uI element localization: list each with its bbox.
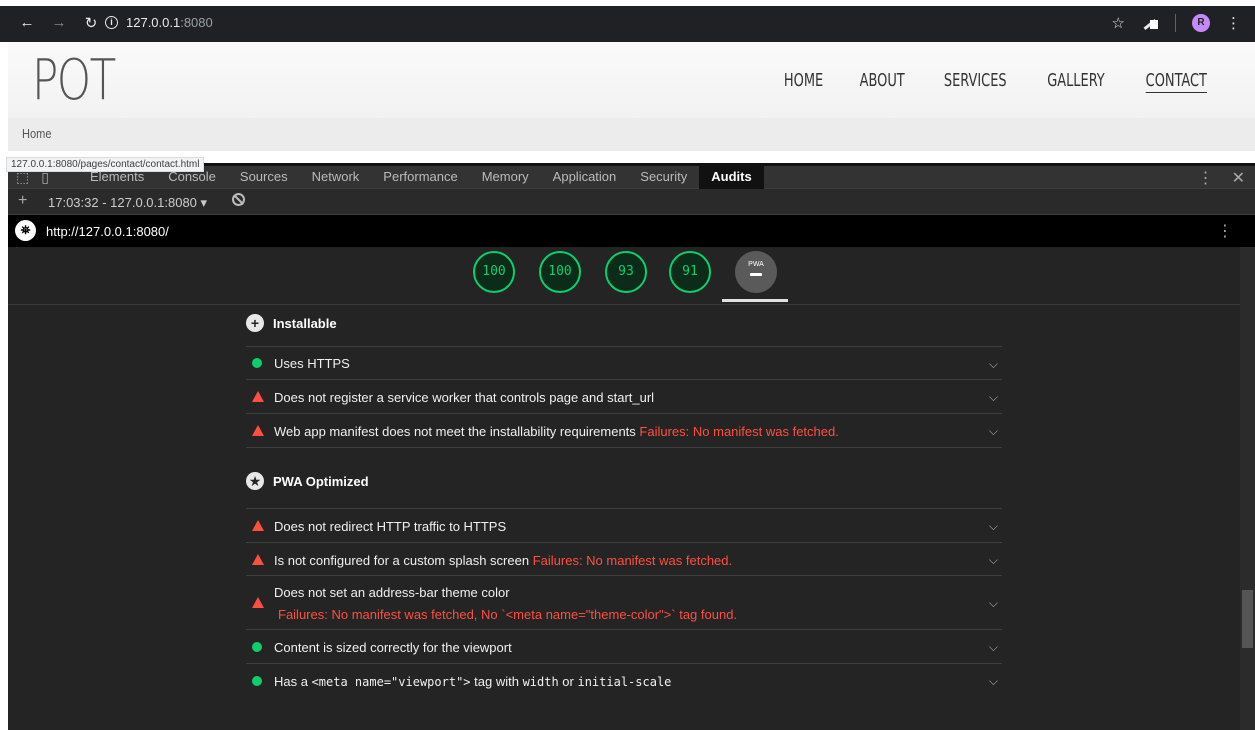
report-select[interactable]: 17:03:32 - 127.0.0.1:8080 ▾ xyxy=(48,195,207,211)
group-installable-title: Installable xyxy=(273,315,337,331)
plus-circle-icon: + xyxy=(246,314,264,332)
chevron-down-icon[interactable]: ⌵ xyxy=(989,640,998,655)
audit-row[interactable]: Web app manifest does not meet the insta… xyxy=(246,413,1002,447)
audit-title: Uses HTTPS xyxy=(274,356,350,371)
tab-audits[interactable]: Audits xyxy=(699,166,764,189)
breadcrumb: Home xyxy=(8,118,1255,151)
fail-icon xyxy=(252,520,264,531)
link-status-url: 127.0.0.1:8080/pages/contact/contact.htm… xyxy=(6,157,205,172)
lighthouse-icon: ⛯ xyxy=(15,220,36,241)
pass-icon xyxy=(252,642,262,652)
group-pwa-optimized-title: PWA Optimized xyxy=(273,473,369,489)
chevron-down-icon[interactable]: ⌵ xyxy=(989,424,998,439)
chevron-down-icon[interactable]: ⌵ xyxy=(989,357,998,372)
new-audit-icon[interactable]: + xyxy=(18,192,27,210)
star-circle-icon: ★ xyxy=(246,472,264,490)
tab-memory[interactable]: Memory xyxy=(470,166,541,189)
audit-title: Has a <meta name="viewport"> tag with wi… xyxy=(274,674,672,689)
toolbar-divider xyxy=(1175,14,1176,32)
reload-icon[interactable]: ↻ xyxy=(82,14,100,32)
chevron-down-icon[interactable]: ⌵ xyxy=(989,390,998,405)
site-logo[interactable]: POT xyxy=(32,48,116,113)
score-performance[interactable]: 100 xyxy=(473,251,515,293)
pwa-active-underline xyxy=(722,299,788,302)
tab-sources[interactable]: Sources xyxy=(228,166,300,189)
chevron-down-icon[interactable]: ⌵ xyxy=(989,519,998,534)
fail-icon xyxy=(252,425,264,436)
pass-icon xyxy=(252,358,262,368)
audits-toolbar: + 17:03:32 - 127.0.0.1:8080 ▾ xyxy=(8,189,1255,215)
audit-title: Content is sized correctly for the viewp… xyxy=(274,640,512,655)
score-seo[interactable]: 91 xyxy=(669,251,711,293)
devtools-panel: ⬚ ▯ Elements Console Sources Network Per… xyxy=(8,163,1255,730)
failure-text: Failures: No manifest was fetched. xyxy=(639,424,839,439)
group-installable: + Installable xyxy=(246,314,337,332)
chevron-down-icon[interactable]: ⌵ xyxy=(989,674,998,689)
info-icon[interactable]: i xyxy=(105,16,118,29)
forward-icon[interactable]: → xyxy=(50,14,68,32)
audit-row[interactable]: Does not register a service worker that … xyxy=(246,379,1002,413)
score-gauges: 100 100 93 91 PWA xyxy=(8,247,1255,305)
browser-toolbar: ← → ↻ i 127.0.0.1:8080 ☆ R ⋮ xyxy=(0,0,1255,42)
clear-icon[interactable] xyxy=(232,193,245,206)
tab-security[interactable]: Security xyxy=(628,166,699,189)
bookmark-star-icon[interactable]: ☆ xyxy=(1112,14,1125,32)
pass-icon xyxy=(252,676,262,686)
chevron-down-icon[interactable]: ⌵ xyxy=(989,553,998,568)
audit-title: Does not redirect HTTP traffic to HTTPS xyxy=(274,519,507,534)
nav-home[interactable]: HOME xyxy=(783,70,822,91)
fail-icon xyxy=(252,597,264,608)
tab-network[interactable]: Network xyxy=(300,166,372,189)
audit-title: Web app manifest does not meet the insta… xyxy=(274,424,839,439)
tab-application[interactable]: Application xyxy=(541,166,629,189)
chevron-down-icon[interactable]: ⌵ xyxy=(989,596,998,611)
breadcrumb-home[interactable]: Home xyxy=(22,126,51,141)
audit-title: Does not set an address-bar theme color xyxy=(274,585,510,600)
site-nav: HOME ABOUT SERVICES GALLERY CONTACT xyxy=(779,70,1215,91)
nav-contact[interactable]: CONTACT xyxy=(1146,70,1207,91)
pwa-label: PWA xyxy=(748,261,764,268)
report-url[interactable]: http://127.0.0.1:8080/ xyxy=(46,224,169,239)
audit-row[interactable]: Has a <meta name="viewport"> tag with wi… xyxy=(246,663,1002,697)
site-header: POT HOME ABOUT SERVICES GALLERY CONTACT xyxy=(8,42,1255,118)
tab-performance[interactable]: Performance xyxy=(371,166,469,189)
devtools-menu-icon[interactable]: ⋮ xyxy=(1198,168,1214,188)
report-scrollbar[interactable] xyxy=(1240,247,1255,730)
report-menu-icon[interactable]: ⋮ xyxy=(1217,221,1233,241)
report-url-bar: ⛯ http://127.0.0.1:8080/ ⋮ xyxy=(8,215,1255,247)
score-accessibility[interactable]: 100 xyxy=(539,251,581,293)
scrollbar-thumb[interactable] xyxy=(1242,590,1253,648)
close-icon[interactable]: ✕ xyxy=(1232,168,1245,188)
back-icon[interactable]: ← xyxy=(18,14,36,32)
audit-title: Does not register a service worker that … xyxy=(274,390,655,405)
url-host: 127.0.0.1 xyxy=(126,15,181,30)
nav-gallery[interactable]: GALLERY xyxy=(1048,70,1106,91)
group-pwa-optimized: ★ PWA Optimized xyxy=(246,472,369,490)
audit-row[interactable]: Does not set an address-bar theme color … xyxy=(246,575,1002,629)
url-port: :8080 xyxy=(180,15,213,30)
audit-row[interactable]: Does not redirect HTTP traffic to HTTPS … xyxy=(246,508,1002,542)
profile-avatar[interactable]: R xyxy=(1192,14,1210,32)
failure-text: Failures: No manifest was fetched. xyxy=(532,553,733,568)
extension-icon[interactable] xyxy=(1141,15,1159,31)
audit-row[interactable]: Uses HTTPS ⌵ xyxy=(246,346,1002,379)
nav-services[interactable]: SERVICES xyxy=(944,70,1007,91)
audit-title: Is not configured for a custom splash sc… xyxy=(274,553,733,568)
address-bar[interactable]: i 127.0.0.1:8080 xyxy=(105,15,213,30)
pwa-dash-icon xyxy=(750,273,762,276)
score-best-practices[interactable]: 93 xyxy=(605,251,647,293)
score-pwa[interactable]: PWA xyxy=(735,251,777,293)
audit-report: + Installable Uses HTTPS ⌵ Does not regi… xyxy=(8,305,1255,730)
fail-icon xyxy=(252,554,264,565)
failure-text: Failures: No manifest was fetched, No `<… xyxy=(278,607,738,622)
audit-row[interactable]: Is not configured for a custom splash sc… xyxy=(246,542,1002,575)
nav-about[interactable]: ABOUT xyxy=(859,70,904,91)
browser-menu-icon[interactable]: ⋮ xyxy=(1226,14,1241,32)
fail-icon xyxy=(252,391,264,402)
audit-row[interactable]: Content is sized correctly for the viewp… xyxy=(246,629,1002,663)
